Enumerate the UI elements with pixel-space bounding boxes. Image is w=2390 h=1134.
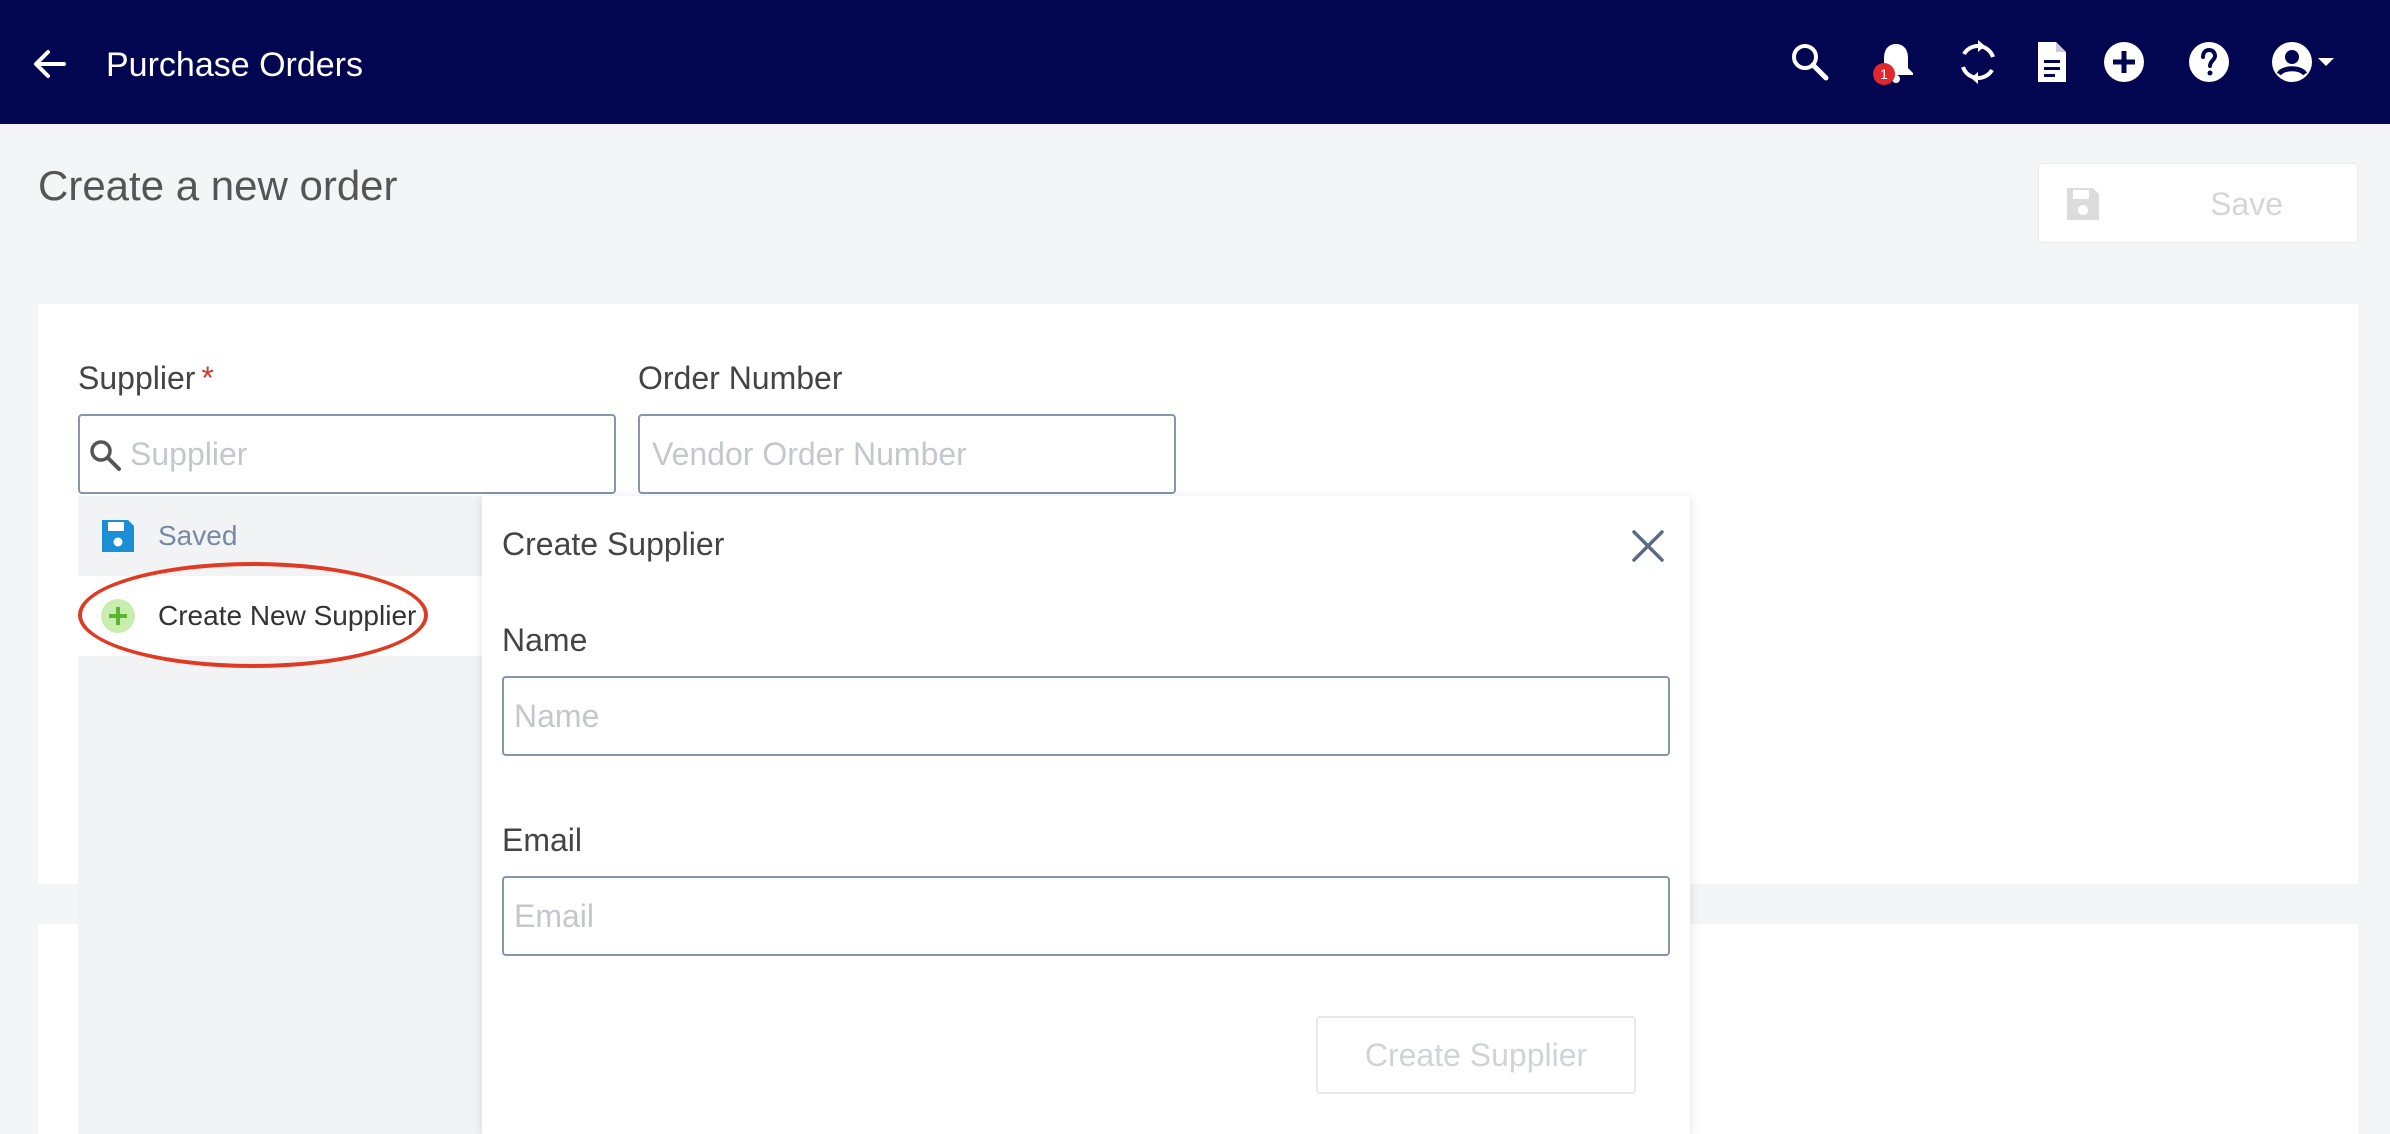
dropdown-item-label: Create New Supplier	[158, 600, 417, 631]
dropdown-item-label: Saved	[158, 520, 238, 551]
save-button-label: Save	[2210, 186, 2283, 222]
create-supplier-panel: Create Supplier Name Email Create Suppli…	[482, 496, 1690, 1134]
email-input[interactable]	[504, 878, 1668, 954]
floppy-disk-icon	[98, 516, 138, 556]
create-supplier-button[interactable]: Create Supplier	[1316, 1016, 1636, 1094]
supplier-label: Supplier *	[78, 358, 214, 398]
supplier-label-text: Supplier	[78, 360, 196, 396]
top-app-bar: Purchase Orders 1	[0, 0, 2390, 124]
name-input[interactable]	[504, 678, 1668, 754]
add-circle-icon	[98, 596, 138, 636]
account-icon	[2272, 42, 2334, 82]
supplier-search-field[interactable]	[78, 414, 616, 494]
add-circle-icon[interactable]	[2100, 38, 2148, 86]
back-arrow-icon[interactable]	[30, 44, 70, 84]
search-icon	[86, 436, 124, 474]
name-field[interactable]	[502, 676, 1670, 756]
document-icon[interactable]	[2028, 38, 2076, 86]
create-supplier-title: Create Supplier	[502, 526, 725, 562]
search-icon[interactable]	[1786, 38, 1834, 86]
dropdown-item-saved[interactable]: Saved	[78, 496, 482, 576]
save-button[interactable]: Save	[2038, 163, 2358, 243]
required-marker: *	[201, 360, 214, 396]
order-number-input[interactable]	[640, 416, 1174, 492]
page-title: Create a new order	[38, 162, 398, 209]
order-number-field[interactable]	[638, 414, 1176, 494]
app-title: Purchase Orders	[106, 46, 363, 84]
email-label: Email	[502, 822, 583, 858]
account-menu[interactable]	[2268, 38, 2340, 86]
dropdown-item-create-new-supplier[interactable]: Create New Supplier	[78, 576, 482, 656]
supplier-dropdown: Saved Create New Supplier	[78, 496, 482, 1134]
help-icon[interactable]	[2185, 38, 2233, 86]
sync-icon[interactable]	[1954, 38, 2002, 86]
email-field[interactable]	[502, 876, 1670, 956]
close-icon[interactable]	[1626, 524, 1670, 568]
name-label: Name	[502, 622, 588, 658]
order-number-label: Order Number	[638, 360, 843, 396]
supplier-input[interactable]	[80, 416, 614, 492]
notification-badge: 1	[1873, 63, 1895, 85]
